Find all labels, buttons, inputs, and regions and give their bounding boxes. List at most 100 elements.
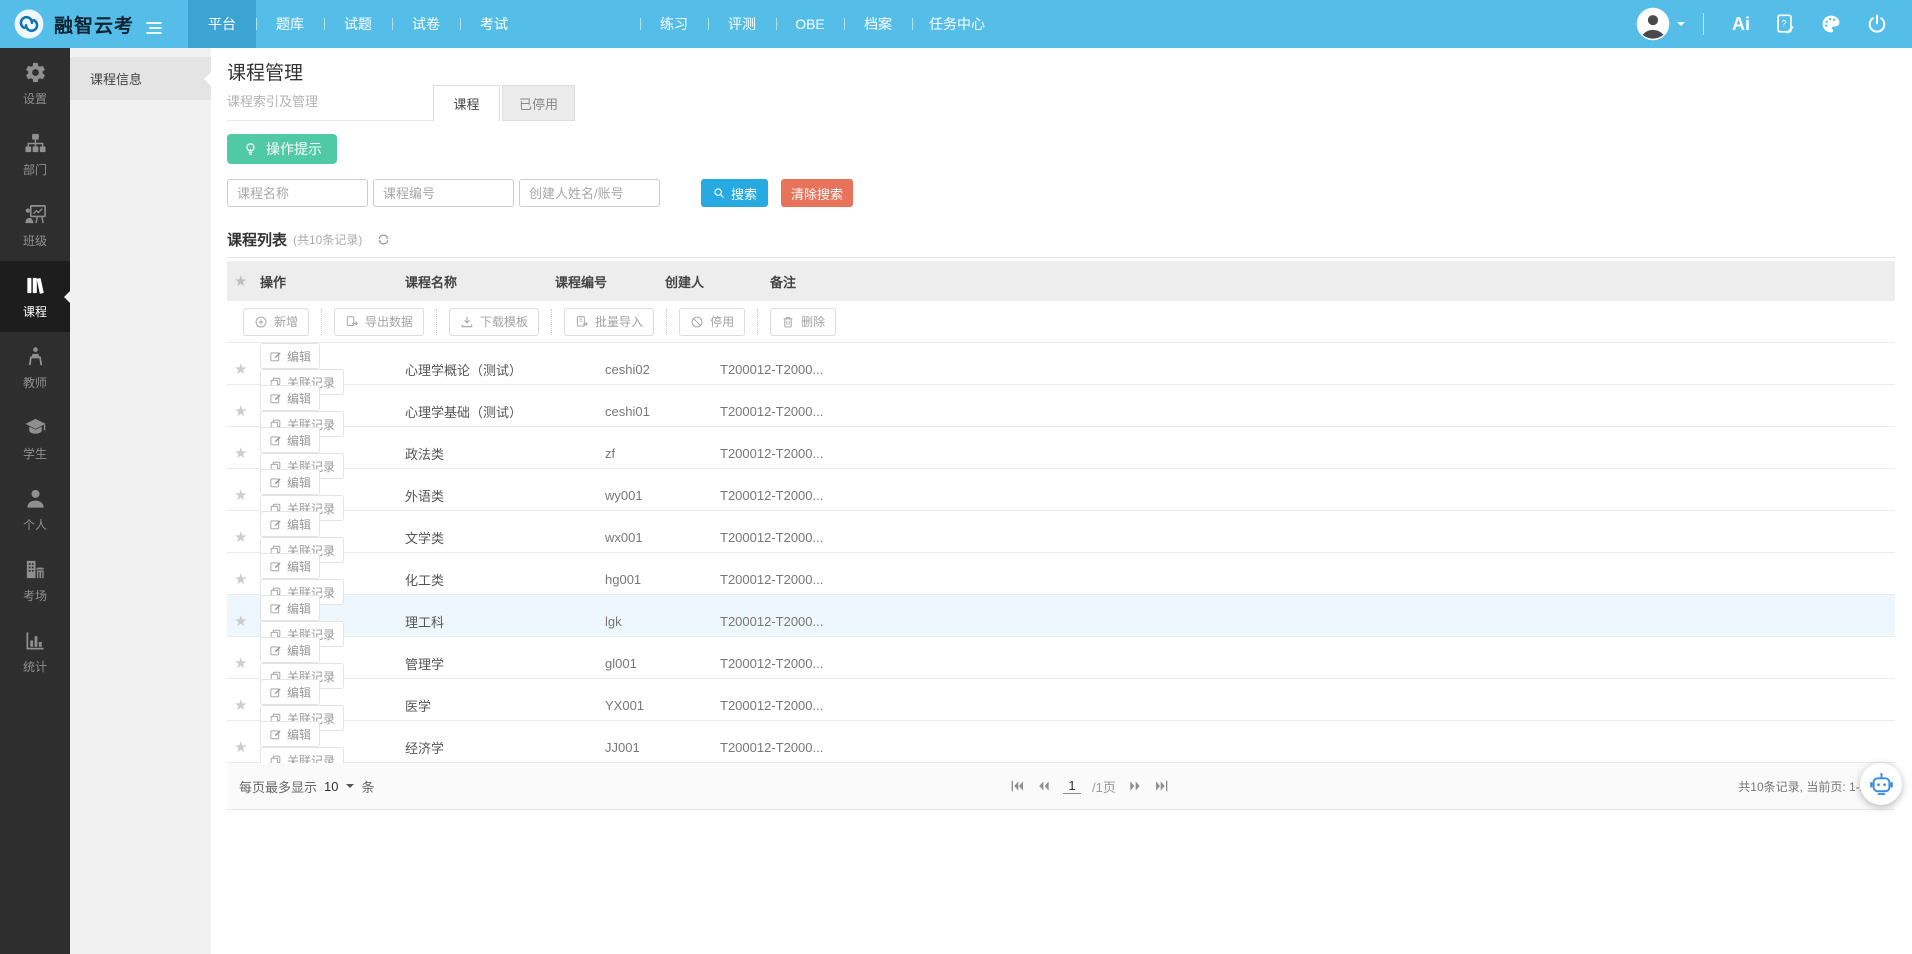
toolbar-separator — [757, 309, 758, 335]
table-toolbar: 新增 导出数据 下载模板 — [227, 301, 1895, 343]
edit-button[interactable]: 编辑 — [260, 679, 320, 705]
top-navigation: 平台 题库 试题 试卷 考试 练习 评测 OBE 档案 任务中心 — [188, 0, 1002, 48]
download-template-button[interactable]: 下载模板 — [449, 308, 539, 336]
course-creator: T200012-T2000... — [720, 656, 890, 671]
course-code-input[interactable] — [373, 179, 514, 207]
edit-button[interactable]: 编辑 — [260, 469, 320, 495]
star-header-icon[interactable]: ★ — [234, 273, 247, 290]
star-icon[interactable]: ★ — [234, 739, 247, 756]
operation-tips-button[interactable]: 操作提示 — [227, 134, 337, 164]
star-icon[interactable]: ★ — [234, 361, 247, 378]
course-code: YX001 — [605, 698, 720, 713]
star-icon[interactable]: ★ — [234, 529, 247, 546]
assistant-robot-button[interactable] — [1860, 763, 1902, 805]
ai-assistant-button[interactable]: Ai — [1732, 14, 1750, 35]
nav-item-archives[interactable]: 档案 — [844, 0, 912, 48]
nav-item-exams[interactable]: 考试 — [460, 0, 528, 48]
edit-button[interactable]: 编辑 — [260, 427, 320, 453]
star-icon[interactable]: ★ — [234, 403, 247, 420]
nav-item-question-bank[interactable]: 题库 — [256, 0, 324, 48]
toolbar-separator — [666, 309, 667, 335]
edit-button[interactable]: 编辑 — [260, 721, 320, 747]
edit-button[interactable]: 编辑 — [260, 385, 320, 411]
ban-icon — [690, 315, 704, 329]
first-page-icon[interactable] — [1009, 778, 1025, 794]
creator-input[interactable] — [519, 179, 660, 207]
edit-button[interactable]: 编辑 — [260, 553, 320, 579]
export-data-button[interactable]: 导出数据 — [334, 308, 424, 336]
edit-pencil-icon — [269, 476, 282, 489]
nav-item-evaluation[interactable]: 评测 — [708, 0, 776, 48]
last-page-icon[interactable] — [1154, 778, 1170, 794]
star-icon[interactable]: ★ — [234, 445, 247, 462]
course-code: zf — [605, 446, 720, 461]
sidebar-item-course-info[interactable]: 课程信息 — [70, 57, 211, 100]
star-icon[interactable]: ★ — [234, 655, 247, 672]
course-name: 文学类 — [405, 528, 605, 547]
theme-palette-icon[interactable] — [1820, 13, 1842, 35]
current-page-input[interactable]: 1 — [1063, 778, 1081, 794]
edit-button[interactable]: 编辑 — [260, 511, 320, 537]
course-creator: T200012-T2000... — [720, 362, 890, 377]
edit-pencil-icon — [269, 518, 282, 531]
star-icon[interactable]: ★ — [234, 613, 247, 630]
avatar-caret-down-icon[interactable] — [1677, 22, 1685, 30]
list-header: 课程列表 (共10条记录) — [227, 229, 1895, 258]
page-header: 课程管理 课程索引及管理 课程 已停用 — [227, 58, 1895, 121]
sidebar-item-departments[interactable]: 部门 — [0, 119, 70, 190]
user-avatar[interactable] — [1636, 7, 1670, 41]
sidebar-item-courses[interactable]: 课程 — [0, 261, 70, 332]
help-doc-icon[interactable]: ? — [1774, 13, 1796, 35]
sidebar-item-students[interactable]: 学生 — [0, 403, 70, 474]
clear-search-button[interactable]: 清除搜索 — [781, 179, 853, 207]
edit-button[interactable]: 编辑 — [260, 637, 320, 663]
sidebar-item-classes[interactable]: 班级 — [0, 190, 70, 261]
star-icon[interactable]: ★ — [234, 697, 247, 714]
books-icon — [24, 274, 47, 297]
star-icon[interactable]: ★ — [234, 571, 247, 588]
nav-item-task-center[interactable]: 任务中心 — [912, 0, 1002, 48]
course-name: 理工科 — [405, 612, 605, 631]
tab-disabled-courses[interactable]: 已停用 — [502, 85, 575, 121]
batch-import-button[interactable]: 批量导入 — [564, 308, 654, 336]
course-name: 心理学基础（测试） — [405, 402, 605, 421]
power-icon[interactable] — [1866, 13, 1888, 35]
course-code: ceshi02 — [605, 362, 720, 377]
page-subtitle: 课程索引及管理 — [227, 91, 433, 110]
brand-logo-icon — [12, 7, 46, 41]
course-creator: T200012-T2000... — [720, 446, 890, 461]
table-row: ★ 编辑 关联记录 化工类 hg001 T200012-T2000... — [227, 553, 1895, 595]
course-name-input[interactable] — [227, 179, 368, 207]
person-icon — [24, 487, 47, 510]
collapse-menu-icon[interactable] — [146, 21, 162, 35]
sidebar-item-statistics[interactable]: 统计 — [0, 616, 70, 687]
add-button[interactable]: 新增 — [243, 308, 309, 336]
refresh-icon[interactable] — [376, 232, 391, 247]
next-page-icon[interactable] — [1127, 778, 1143, 794]
edit-button[interactable]: 编辑 — [260, 595, 320, 621]
course-name: 管理学 — [405, 654, 605, 673]
page-size-select[interactable]: 10 — [324, 779, 354, 794]
sidebar-item-settings[interactable]: 设置 — [0, 48, 70, 119]
nav-item-platform[interactable]: 平台 — [188, 0, 256, 48]
sidebar-item-teachers[interactable]: 教师 — [0, 332, 70, 403]
total-pages-label: /1页 — [1092, 777, 1116, 796]
edit-pencil-icon — [269, 602, 282, 615]
nav-item-papers[interactable]: 试卷 — [392, 0, 460, 48]
tab-courses[interactable]: 课程 — [433, 85, 500, 121]
delete-button[interactable]: 删除 — [770, 308, 836, 336]
course-code: wx001 — [605, 530, 720, 545]
search-button[interactable]: 搜索 — [701, 179, 768, 207]
nav-item-obe[interactable]: OBE — [776, 0, 844, 48]
course-creator: T200012-T2000... — [720, 404, 890, 419]
star-icon[interactable]: ★ — [234, 487, 247, 504]
nav-item-practice[interactable]: 练习 — [640, 0, 708, 48]
disable-button[interactable]: 停用 — [679, 308, 745, 336]
course-name: 外语类 — [405, 486, 605, 505]
sidebar-item-profile[interactable]: 个人 — [0, 474, 70, 545]
nav-item-questions[interactable]: 试题 — [324, 0, 392, 48]
sidebar-item-exam-rooms[interactable]: 考场 — [0, 545, 70, 616]
page-size-control: 每页最多显示 10 条 — [227, 777, 375, 796]
edit-button[interactable]: 编辑 — [260, 343, 320, 369]
prev-page-icon[interactable] — [1036, 778, 1052, 794]
